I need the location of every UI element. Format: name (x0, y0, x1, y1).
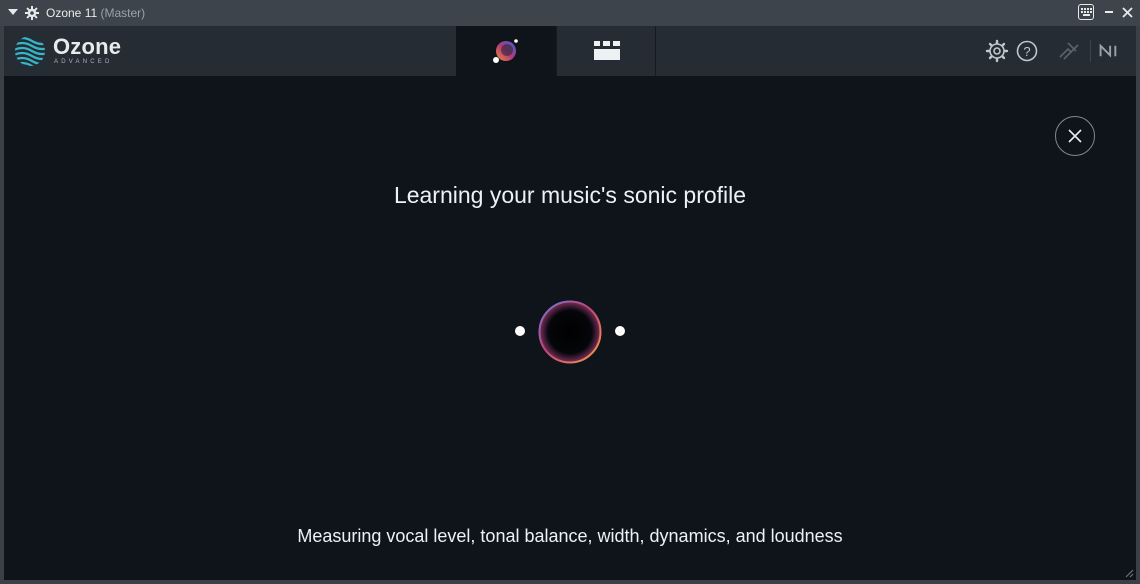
gear-icon[interactable] (984, 38, 1010, 64)
link-icon[interactable] (1056, 38, 1082, 64)
title-bar: Ozone 11 (Master) (0, 0, 1140, 26)
assistant-orb-icon (538, 300, 602, 364)
track-name: (Master) (100, 6, 146, 20)
progress-dot-right (615, 326, 625, 336)
status-text: Measuring vocal level, tonal balance, wi… (297, 526, 843, 546)
tab-assistant[interactable] (456, 26, 556, 76)
help-icon[interactable]: ? (1014, 38, 1040, 64)
plugin-name: Ozone 11 (46, 6, 98, 20)
close-icon (1122, 7, 1133, 18)
modules-grid-icon (594, 41, 620, 60)
gear-icon[interactable] (25, 6, 39, 20)
brand-name: Ozone (53, 34, 122, 59)
plugin-header: Ozone ADVANCED ? (4, 26, 1136, 76)
keyboard-keys-icon (1081, 8, 1092, 16)
menu-arrow-icon[interactable] (8, 9, 18, 15)
progress-dot-left (515, 326, 525, 336)
close-assistant-button[interactable] (1055, 116, 1095, 156)
tab-modules[interactable] (556, 26, 656, 76)
close-window-button[interactable] (1118, 2, 1140, 24)
ozone-plugin: Ozone ADVANCED ? Learning your music's s… (4, 26, 1136, 580)
ozone-logo-icon (15, 36, 45, 66)
window-title: Ozone 11 (Master) (46, 6, 145, 20)
progress-indicator (504, 294, 636, 368)
svg-text:?: ? (1023, 44, 1030, 59)
resize-grip-icon[interactable] (1122, 566, 1134, 578)
assistant-orb-icon (493, 39, 518, 63)
brand-edition: ADVANCED (54, 59, 113, 65)
header-divider (1090, 40, 1091, 62)
page-title: Learning your music's sonic profile (393, 182, 747, 208)
native-instruments-logo[interactable] (1098, 38, 1124, 64)
close-icon (1068, 129, 1082, 143)
plugin-window: Ozone 11 (Master) Ozone ADVANCED ? Learn… (0, 0, 1140, 584)
keyboard-button[interactable] (1076, 2, 1098, 24)
